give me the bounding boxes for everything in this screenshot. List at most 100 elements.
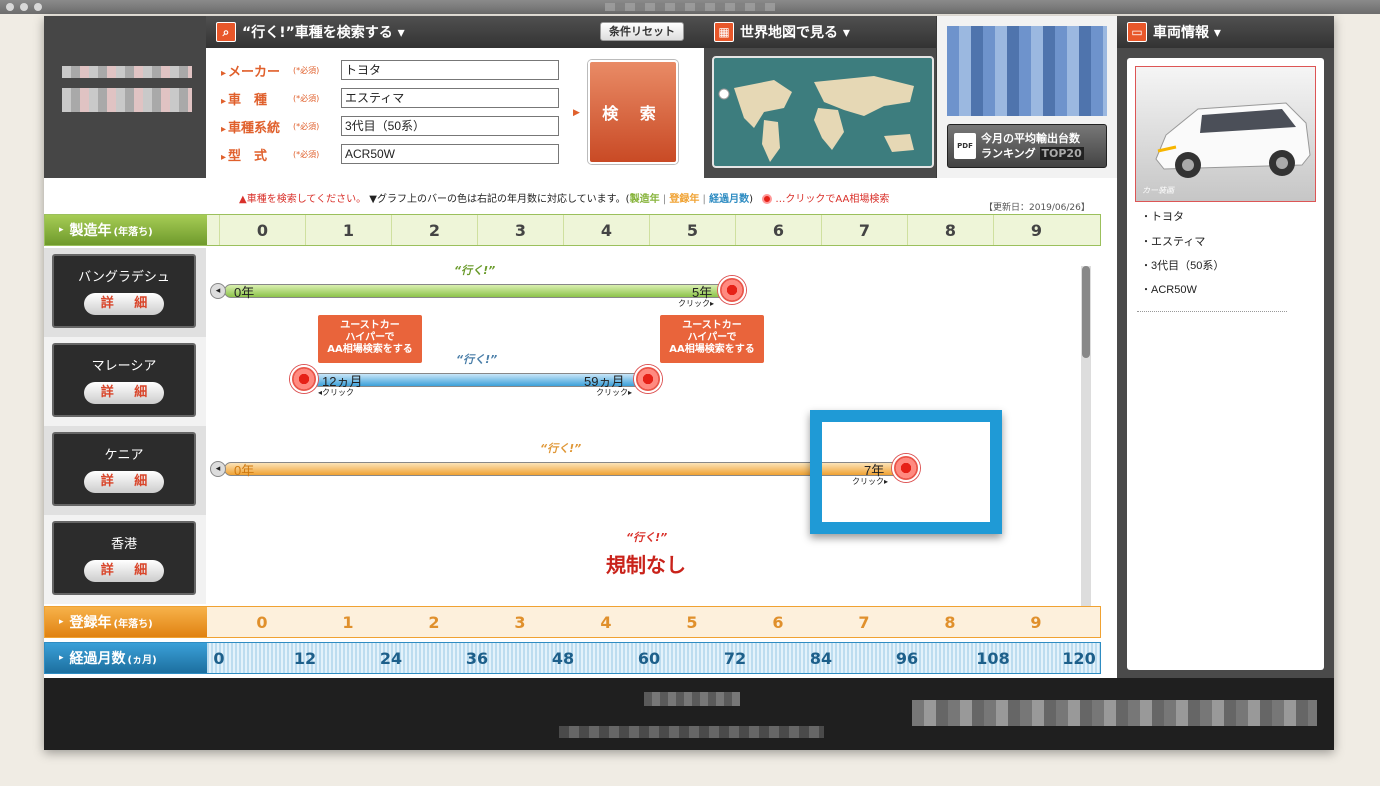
- eligibility-bar: [224, 284, 732, 298]
- axis-tick: 7: [858, 612, 870, 632]
- site-logo[interactable]: [44, 16, 206, 178]
- note-sep: |: [702, 194, 706, 205]
- axis-sub: (年落ち): [113, 226, 153, 238]
- axis-label-text: 経過月数: [69, 651, 126, 667]
- footer-blur-3: [912, 700, 1317, 726]
- axis-tick: 5: [686, 612, 698, 632]
- axis-tick: 3: [514, 612, 526, 632]
- car-image: カー装画: [1135, 66, 1316, 202]
- minimize-window-icon[interactable]: [20, 3, 28, 11]
- window-title-blurred: [605, 3, 775, 11]
- bar-start-label: 0年: [234, 463, 255, 478]
- logo-blur-1: [62, 66, 192, 78]
- ranking-line1: 今月の平均輸出台数: [981, 132, 1080, 145]
- aa-search-dot[interactable]: [634, 365, 662, 393]
- divider: [1137, 311, 1287, 312]
- footer-blur-2: [559, 726, 824, 738]
- ranking-label: 今月の平均輸出台数 ランキング TOP20: [981, 131, 1084, 161]
- country-row: バングラデシュ詳 細 “行く!” ◂ 0年 5年 クリック▸: [44, 248, 1117, 337]
- field-series: 車種系統 (*必須) 3代目（50系）: [221, 116, 559, 136]
- axis-label-text: 登録年: [69, 615, 112, 631]
- pdf-icon: PDF: [954, 133, 976, 159]
- axis-sub: (ヵ月): [127, 654, 157, 666]
- note-elapsed: 経過月数: [709, 194, 750, 205]
- field-type: 型 式 (*必須) ACR50W: [221, 144, 559, 164]
- axis-tick: 12: [293, 648, 317, 668]
- axis-sub: (年落ち): [113, 618, 153, 630]
- axis-tick: 9: [993, 215, 1079, 245]
- grid-cell: [390, 515, 476, 604]
- map-title[interactable]: 世界地図で見る ▾: [740, 22, 850, 42]
- grid-cell: [992, 248, 1078, 337]
- aa-search-dot[interactable]: [290, 365, 318, 393]
- vehicle-body: カー装画 トヨタ エスティマ 3代目（50系） ACR50W: [1127, 58, 1324, 670]
- grid-cell: [906, 248, 992, 337]
- axis-tick: 48: [551, 648, 575, 668]
- note-click: …クリックでAA相場検索: [775, 194, 890, 205]
- series-select[interactable]: 3代目（50系）: [341, 116, 559, 136]
- arrow-right-icon: ▶: [573, 108, 580, 118]
- vehicle-title[interactable]: 車両情報 ▾: [1153, 22, 1221, 42]
- ranking-badge: TOP20: [1039, 147, 1084, 160]
- axis-tick: 0: [213, 648, 225, 668]
- iku-label: “行く!”: [456, 353, 498, 366]
- logo-blur-2: [62, 88, 192, 112]
- type-select[interactable]: ACR50W: [341, 144, 559, 164]
- map-header: ▦ 世界地図で見る ▾: [704, 16, 936, 48]
- search-title[interactable]: “行く!”車種を検索する ▾: [242, 22, 405, 42]
- axis-tick: 0: [219, 215, 305, 245]
- registration-axis-label[interactable]: ▸ 登録年 (年落ち): [45, 607, 207, 637]
- maker-select[interactable]: トヨタ: [341, 60, 559, 80]
- axis-tick: 4: [563, 215, 649, 245]
- axis-tick: 0: [256, 612, 268, 632]
- detail-button[interactable]: 詳 細: [84, 293, 164, 315]
- close-window-icon[interactable]: [6, 3, 14, 11]
- iku-label: “行く!”: [454, 264, 496, 277]
- country-card: ケニア詳 細: [52, 432, 196, 506]
- required-mark: (*必須): [293, 149, 320, 159]
- aa-callout[interactable]: ユーストカー ハイパーで AA相場検索をする: [318, 315, 422, 363]
- ranking-pdf-button[interactable]: PDF 今月の平均輸出台数 ランキング TOP20: [947, 124, 1107, 168]
- grid-cell: [992, 337, 1078, 426]
- grid-cell: [820, 248, 906, 337]
- aa-search-dot[interactable]: [718, 276, 746, 304]
- elapsed-axis: ▸ 経過月数 (ヵ月) 0 12 24 36 48 60 72 84 96 108 120: [44, 642, 1101, 674]
- info-maker: トヨタ: [1141, 208, 1184, 224]
- axis-tick: 2: [391, 215, 477, 245]
- required-mark: (*必須): [293, 93, 320, 103]
- detail-button[interactable]: 詳 細: [84, 382, 164, 404]
- detail-button[interactable]: 詳 細: [84, 560, 164, 582]
- zoom-window-icon[interactable]: [34, 3, 42, 11]
- bar-start-icon: ◂: [210, 461, 226, 477]
- map-icon: ▦: [714, 22, 734, 42]
- grid-cell: [734, 515, 820, 604]
- red-dot-icon: [762, 194, 773, 204]
- vehicle-panel: ▭ 車両情報 ▾ カー装画 トヨタ エスティマ 3代目（50系） ACR50W: [1117, 16, 1334, 678]
- axis-tick: 7: [821, 215, 907, 245]
- app-window: ⌕ “行く!”車種を検索する ▾ 条件リセット メーカー (*必須) トヨタ 車…: [44, 16, 1334, 750]
- note-registration: 登録年: [669, 194, 700, 205]
- click-hint: クリック▸: [596, 388, 633, 397]
- map-panel: ▦ 世界地図で見る ▾: [704, 16, 936, 178]
- field-label: 車 種: [221, 89, 293, 108]
- reset-button[interactable]: 条件リセット: [600, 22, 684, 41]
- chart-scrollbar[interactable]: [1081, 266, 1091, 606]
- aa-callout[interactable]: ユーストカー ハイパーで AA相場検索をする: [660, 315, 764, 363]
- grid-cell: [992, 515, 1078, 604]
- search-panel: ⌕ “行く!”車種を検索する ▾ 条件リセット メーカー (*必須) トヨタ 車…: [206, 16, 704, 178]
- axis-tick: 108: [976, 648, 1010, 668]
- search-button[interactable]: 検 索: [588, 60, 678, 164]
- axis-tick: 2: [428, 612, 440, 632]
- detail-button[interactable]: 詳 細: [84, 471, 164, 493]
- grid-cell: [218, 515, 304, 604]
- manufacture-axis-label[interactable]: ▸ 製造年 (年落ち): [45, 215, 207, 245]
- grid-cell: [992, 426, 1078, 515]
- model-select[interactable]: エスティマ: [341, 88, 559, 108]
- world-map[interactable]: [712, 56, 934, 168]
- legend-text: ▲車種を検索してください。 ▼グラフ上のバーの色は右記の年月数に対応しています。…: [239, 190, 889, 205]
- registration-axis: ▸ 登録年 (年落ち) 0 1 2 3 4 5 6 7 8 9: [44, 606, 1101, 638]
- scrollbar-thumb[interactable]: [1082, 266, 1090, 358]
- grid-cell: [476, 515, 562, 604]
- ranking-banner-blurred[interactable]: [947, 26, 1107, 116]
- manufacture-axis: ▸ 製造年 (年落ち) 0123456789: [44, 214, 1101, 246]
